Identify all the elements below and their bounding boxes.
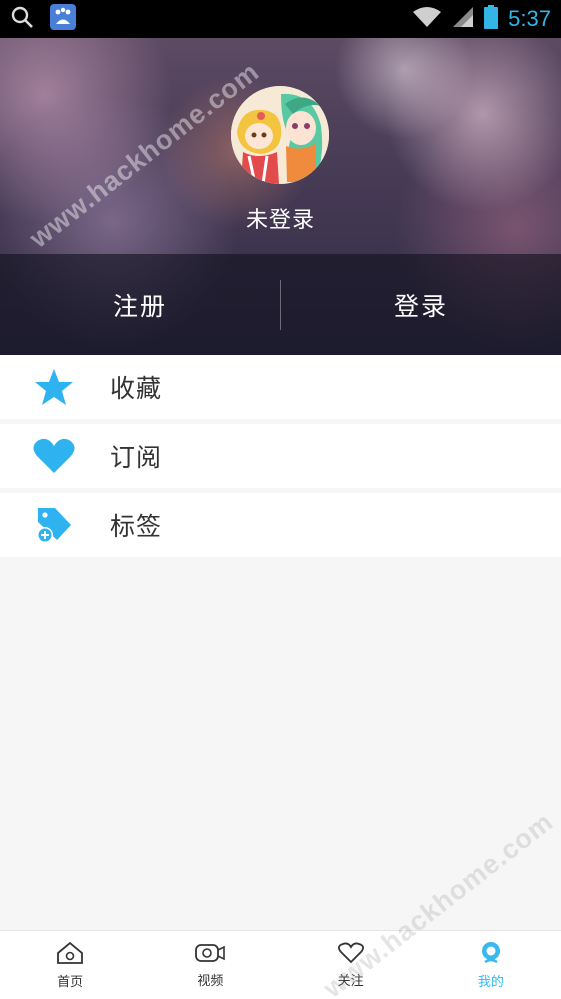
menu-item-label: 收藏 <box>110 374 163 403</box>
signal-icon <box>452 6 474 32</box>
battery-icon <box>484 5 499 33</box>
nav-mine[interactable]: 我的 <box>421 931 561 999</box>
nav-video[interactable]: 视频 <box>140 931 280 999</box>
status-bar: 5:37 <box>0 0 561 38</box>
menu-item-label: 标签 <box>110 512 163 541</box>
login-status: 未登录 <box>245 208 315 233</box>
heart-icon <box>0 438 110 474</box>
star-icon <box>0 368 110 406</box>
nav-video-label: 视频 <box>197 973 224 989</box>
nav-follow-label: 关注 <box>337 973 364 989</box>
nav-mine-label: 我的 <box>477 974 504 990</box>
search-icon <box>10 5 34 33</box>
register-button[interactable]: 注册 <box>0 254 280 355</box>
nav-home-label: 首页 <box>57 974 84 990</box>
avatar[interactable] <box>231 86 329 184</box>
auth-action-bar: 注册 登录 <box>0 254 561 355</box>
menu-list: 收藏 订阅 标签 <box>0 355 561 562</box>
clock: 5:37 <box>508 6 551 31</box>
tag-icon <box>0 506 110 544</box>
bottom-navigation: 首页 视频 关注 我的 <box>0 930 561 999</box>
baidu-app-icon <box>50 4 76 34</box>
login-button[interactable]: 登录 <box>281 254 561 355</box>
nav-follow[interactable]: 关注 <box>281 931 421 999</box>
wifi-icon <box>412 6 442 32</box>
menu-item-tags[interactable]: 标签 <box>0 493 561 557</box>
app-screen: 5:37 未登录 注册 登录 收藏 订阅 标签 首页 视频 关注 我的 www.… <box>0 0 561 999</box>
menu-item-favorites[interactable]: 收藏 <box>0 355 561 419</box>
menu-item-subscriptions[interactable]: 订阅 <box>0 424 561 488</box>
profile-icon <box>479 941 503 969</box>
nav-home[interactable]: 首页 <box>0 931 140 999</box>
menu-item-label: 订阅 <box>110 443 163 472</box>
video-icon <box>195 942 226 968</box>
home-icon <box>56 941 84 969</box>
heart-outline-icon <box>337 942 364 968</box>
profile-header: 未登录 注册 登录 <box>0 38 561 355</box>
